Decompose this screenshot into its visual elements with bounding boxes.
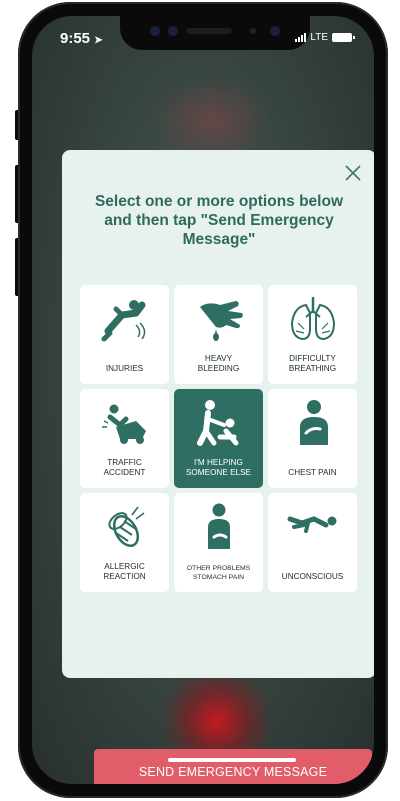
option-stomach-pain[interactable]: OTHER PROBLEMS STOMACH PAIN <box>174 493 263 592</box>
traffic-accident-icon <box>101 404 146 444</box>
phone-frame: 9:55 ➤ LTE Select one or more options be… <box>18 2 388 798</box>
option-heavy-bleeding[interactable]: HEAVY BLEEDING <box>174 285 263 384</box>
difficulty-breathing-icon <box>290 297 335 341</box>
speaker-grille <box>186 28 232 34</box>
option-label: OTHER PROBLEMS STOMACH PAIN <box>186 565 251 581</box>
proximity-sensor-icon <box>250 28 256 34</box>
options-grid: INJURIES HEAVY BLEEDING DIFFICULTY BREAT… <box>80 285 358 592</box>
unconscious-icon <box>287 516 336 533</box>
injuries-icon <box>101 300 145 342</box>
option-label: CHEST PAIN <box>288 468 337 477</box>
chest-pain-icon <box>299 400 328 445</box>
battery-icon <box>332 33 355 42</box>
option-label: TRAFFIC ACCIDENT <box>103 458 146 477</box>
option-helping-someone-else[interactable]: I'M HELPING SOMEONE ELSE <box>174 389 263 488</box>
send-emergency-message-button[interactable]: SEND EMERGENCY MESSAGE <box>94 749 372 784</box>
status-time-text: 9:55 <box>60 30 91 47</box>
option-allergic-reaction[interactable]: ALLERGIC REACTION <box>80 493 169 592</box>
option-label: DIFFICULTY BREATHING <box>288 354 337 373</box>
notch <box>120 16 310 50</box>
option-traffic-accident[interactable]: TRAFFIC ACCIDENT <box>80 389 169 488</box>
status-time: 9:55 ➤ <box>60 30 103 47</box>
stomach-pain-icon <box>207 503 230 549</box>
option-unconscious[interactable]: UNCONSCIOUS <box>268 493 357 592</box>
status-indicators: LTE <box>295 32 355 43</box>
option-label: ALLERGIC REACTION <box>103 562 146 581</box>
camera-icon <box>150 26 160 36</box>
network-label: LTE <box>310 32 328 43</box>
modal-title: Select one or more options below and the… <box>94 193 344 248</box>
option-injuries[interactable]: INJURIES <box>80 285 169 384</box>
option-difficulty-breathing[interactable]: DIFFICULTY BREATHING <box>268 285 357 384</box>
option-label: HEAVY BLEEDING <box>197 354 240 373</box>
phone-screen: 9:55 ➤ LTE Select one or more options be… <box>32 16 374 784</box>
front-camera-icon <box>270 26 280 36</box>
option-label: UNCONSCIOUS <box>281 572 344 581</box>
heavy-bleeding-icon <box>199 301 243 341</box>
option-label: INJURIES <box>105 364 144 373</box>
option-chest-pain[interactable]: CHEST PAIN <box>268 389 357 488</box>
home-indicator[interactable] <box>168 758 296 762</box>
signal-icon <box>295 33 307 42</box>
sensor-icon <box>168 26 178 36</box>
helping-someone-icon <box>196 400 238 446</box>
emergency-modal: Select one or more options below and the… <box>62 150 374 784</box>
location-arrow-icon: ➤ <box>94 35 103 46</box>
allergic-reaction-icon <box>107 506 144 547</box>
option-label: I'M HELPING SOMEONE ELSE <box>185 458 252 477</box>
close-icon[interactable] <box>342 162 364 184</box>
